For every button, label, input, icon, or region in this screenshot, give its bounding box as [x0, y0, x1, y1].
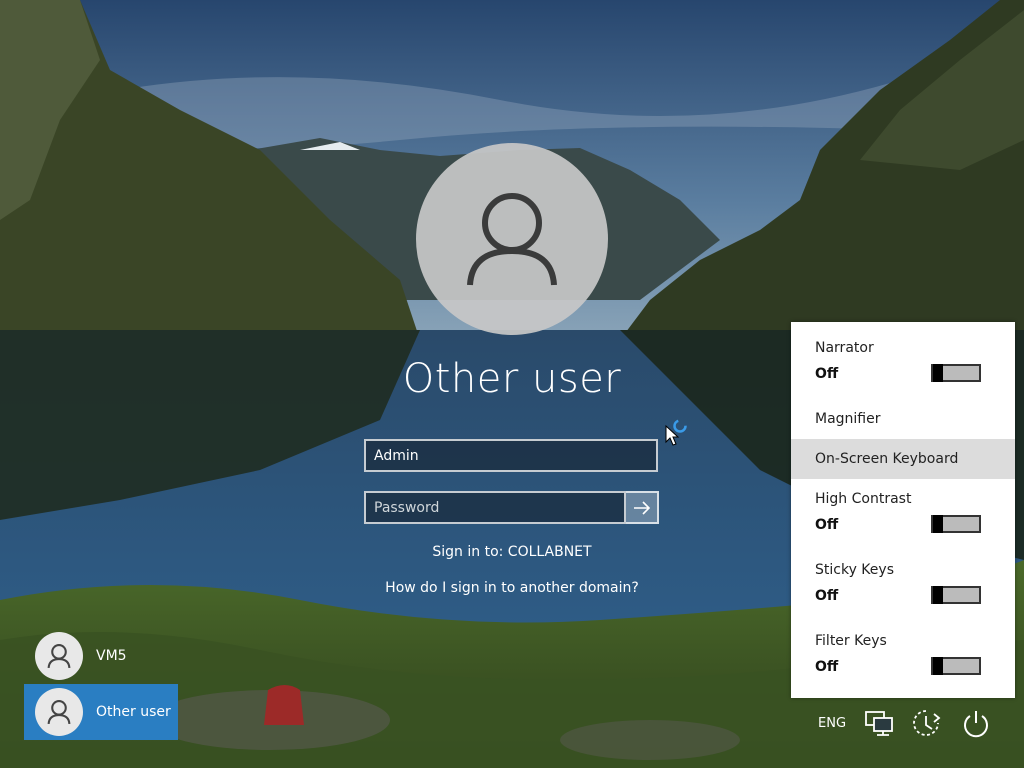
user-list-item-label: Other user	[96, 704, 171, 720]
lock-screen-tray: ENG	[812, 706, 1012, 742]
username-input[interactable]	[364, 439, 658, 472]
filter-keys-toggle[interactable]	[931, 657, 981, 675]
user-list-item-other-user[interactable]: Other user	[24, 684, 178, 740]
sticky-keys-state: Off	[815, 588, 839, 604]
mouse-cursor-icon	[665, 419, 687, 446]
high-contrast-toggle[interactable]	[931, 515, 981, 533]
user-avatar-large	[416, 143, 608, 335]
magnifier-option[interactable]: Magnifier	[815, 411, 881, 427]
narrator-state: Off	[815, 366, 839, 382]
toggle-knob	[933, 586, 943, 604]
user-list-item-vm5[interactable]: VM5	[24, 628, 178, 684]
sticky-keys-toggle[interactable]	[931, 586, 981, 604]
on-screen-keyboard-option[interactable]: On-Screen Keyboard	[791, 439, 1015, 479]
toggle-knob	[933, 515, 943, 533]
ease-of-access-panel: Narrator Off Magnifier On-Screen Keyboar…	[791, 322, 1015, 698]
toggle-knob	[933, 657, 943, 675]
another-domain-help-link[interactable]: How do I sign in to another domain?	[312, 580, 712, 596]
filter-keys-label: Filter Keys	[815, 633, 887, 649]
arrow-right-icon	[633, 500, 650, 515]
language-indicator[interactable]: ENG	[818, 716, 846, 731]
narrator-label: Narrator	[815, 340, 874, 356]
submit-button[interactable]	[626, 491, 659, 524]
ease-of-access-icon[interactable]	[910, 708, 942, 738]
toggle-knob	[933, 364, 943, 382]
sticky-keys-label: Sticky Keys	[815, 562, 894, 578]
user-silhouette-icon	[467, 193, 557, 286]
user-avatar-small	[35, 688, 83, 736]
on-screen-keyboard-label: On-Screen Keyboard	[815, 451, 959, 467]
password-input[interactable]	[364, 491, 626, 524]
network-icon[interactable]	[864, 708, 896, 738]
user-silhouette-icon	[47, 700, 71, 725]
user-silhouette-icon	[47, 644, 71, 669]
filter-keys-state: Off	[815, 659, 839, 675]
sign-in-domain-text: Sign in to: COLLABNET	[432, 544, 592, 560]
user-list-item-label: VM5	[96, 648, 127, 664]
user-avatar-small	[35, 632, 83, 680]
power-icon[interactable]	[960, 708, 992, 740]
selected-user-title: Other user	[402, 356, 622, 402]
high-contrast-label: High Contrast	[815, 491, 912, 507]
narrator-toggle[interactable]	[931, 364, 981, 382]
high-contrast-state: Off	[815, 517, 839, 533]
